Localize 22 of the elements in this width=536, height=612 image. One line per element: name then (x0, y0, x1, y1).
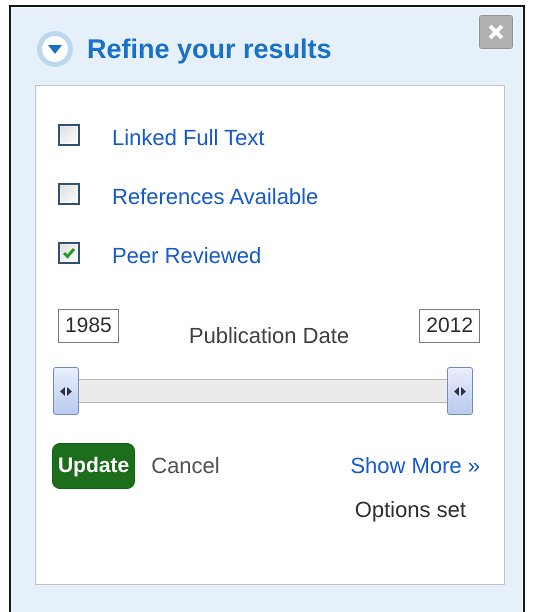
checkbox[interactable] (58, 182, 80, 204)
filter-link[interactable]: References Available (112, 184, 318, 210)
close-icon (487, 23, 505, 41)
date-label: Publication Date (188, 323, 350, 349)
options-note: Options set (354, 497, 466, 523)
close-button[interactable] (479, 15, 513, 49)
slider-handle[interactable] (447, 367, 473, 415)
filter-link[interactable]: Linked Full Text (112, 124, 264, 150)
panel-title: Refine your results (87, 34, 333, 64)
arrows-icon (60, 386, 72, 396)
update-button[interactable]: Update (52, 443, 136, 489)
collapse-toggle-icon[interactable] (35, 29, 75, 69)
checkbox[interactable] (58, 242, 80, 264)
arrows-icon (454, 386, 466, 396)
show-more-link[interactable]: Show More » (350, 453, 480, 479)
to-year-field[interactable]: 2012 (419, 309, 480, 343)
checkbox[interactable] (58, 124, 80, 146)
check-icon (62, 246, 76, 258)
cancel-link[interactable]: Cancel (151, 453, 220, 479)
slider-handle[interactable] (53, 367, 79, 415)
filter-link[interactable]: Peer Reviewed (112, 242, 262, 268)
from-year-field[interactable]: 1985 (58, 309, 119, 343)
